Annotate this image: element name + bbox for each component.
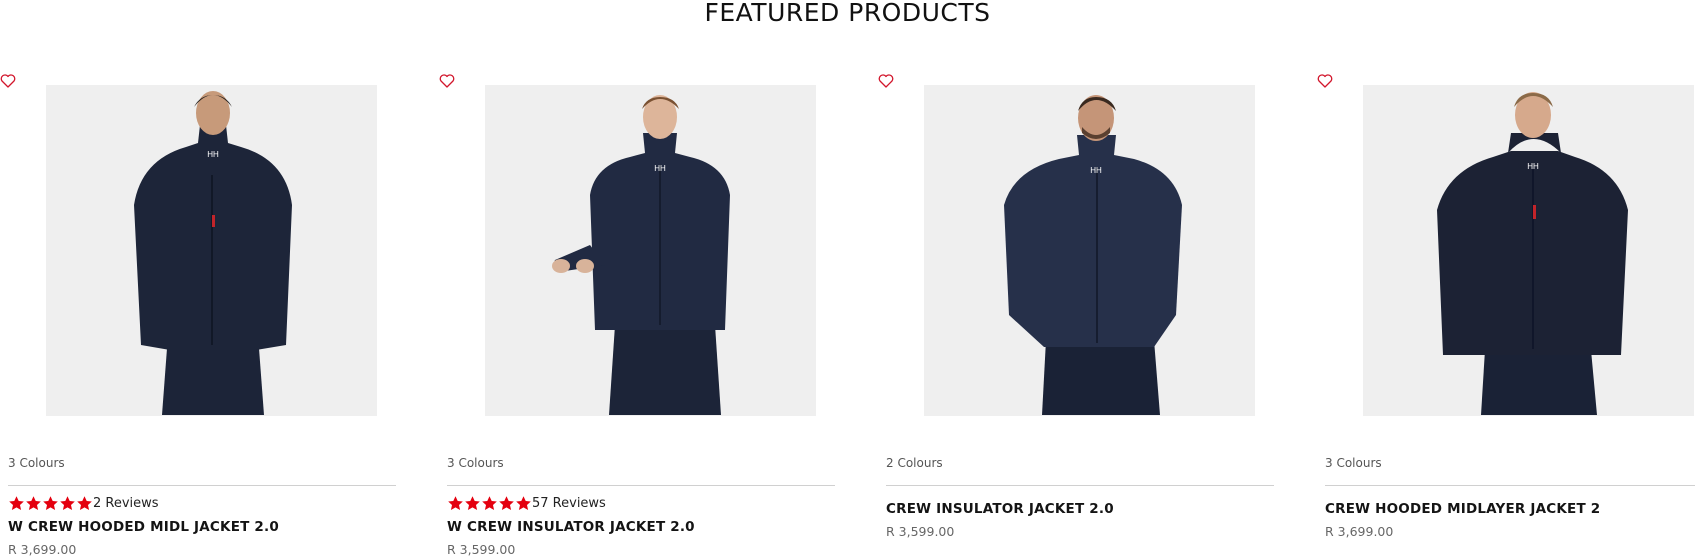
star-icon bbox=[9, 495, 24, 510]
product-price: R 3,599.00 bbox=[447, 542, 516, 557]
product-image[interactable]: HH bbox=[485, 85, 816, 416]
product-image[interactable]: HH bbox=[1363, 85, 1694, 416]
star-icon bbox=[465, 495, 480, 510]
star-icon bbox=[43, 495, 58, 510]
rating[interactable]: 57 Reviews bbox=[447, 494, 606, 512]
product-price: R 3,599.00 bbox=[886, 524, 955, 539]
review-count[interactable]: 57 Reviews bbox=[532, 496, 606, 511]
divider bbox=[447, 485, 835, 486]
product-card[interactable]: HH 3 Colours 2 Reviews W CREW HOODED MID… bbox=[0, 0, 400, 560]
rating[interactable]: 2 Reviews bbox=[8, 494, 159, 512]
svg-text:HH: HH bbox=[1527, 162, 1539, 171]
product-name[interactable]: CREW HOODED MIDLAYER JACKET 2 bbox=[1325, 501, 1600, 517]
star-icon bbox=[77, 495, 92, 510]
colour-count: 3 Colours bbox=[1325, 456, 1382, 470]
star-icon bbox=[516, 495, 531, 510]
svg-text:HH: HH bbox=[1090, 166, 1102, 175]
heart-icon[interactable] bbox=[878, 73, 894, 89]
product-card[interactable]: HH 3 Colours CREW HOODED MIDLAYER JACKET… bbox=[1317, 0, 1695, 560]
star-icon bbox=[26, 495, 41, 510]
featured-products-page: FEATURED PRODUCTS HH 3 Colours 2 Reviews… bbox=[0, 0, 1695, 560]
star-icon bbox=[482, 495, 497, 510]
product-card[interactable]: HH 2 Colours CREW INSULATOR JACKET 2.0 R… bbox=[878, 0, 1278, 560]
svg-text:HH: HH bbox=[654, 164, 666, 173]
heart-icon[interactable] bbox=[1317, 73, 1333, 89]
star-icon bbox=[499, 495, 514, 510]
divider bbox=[8, 485, 396, 486]
product-price: R 3,699.00 bbox=[1325, 524, 1394, 539]
star-icon bbox=[60, 495, 75, 510]
star-rating bbox=[8, 495, 93, 512]
svg-text:HH: HH bbox=[207, 150, 219, 159]
product-image[interactable]: HH bbox=[924, 85, 1255, 416]
divider bbox=[886, 485, 1274, 486]
product-image[interactable]: HH bbox=[46, 85, 377, 416]
product-price: R 3,699.00 bbox=[8, 542, 77, 557]
divider bbox=[1325, 485, 1695, 486]
star-icon bbox=[448, 495, 463, 510]
product-name[interactable]: W CREW HOODED MIDL JACKET 2.0 bbox=[8, 519, 279, 535]
colour-count: 3 Colours bbox=[447, 456, 504, 470]
product-card[interactable]: HH 3 Colours 57 Reviews W CREW INSULATOR… bbox=[439, 0, 839, 560]
colour-count: 2 Colours bbox=[886, 456, 943, 470]
heart-icon[interactable] bbox=[0, 73, 16, 89]
colour-count: 3 Colours bbox=[8, 456, 65, 470]
review-count[interactable]: 2 Reviews bbox=[93, 496, 159, 511]
star-rating bbox=[447, 495, 532, 512]
product-name[interactable]: W CREW INSULATOR JACKET 2.0 bbox=[447, 519, 695, 535]
heart-icon[interactable] bbox=[439, 73, 455, 89]
product-name[interactable]: CREW INSULATOR JACKET 2.0 bbox=[886, 501, 1114, 517]
